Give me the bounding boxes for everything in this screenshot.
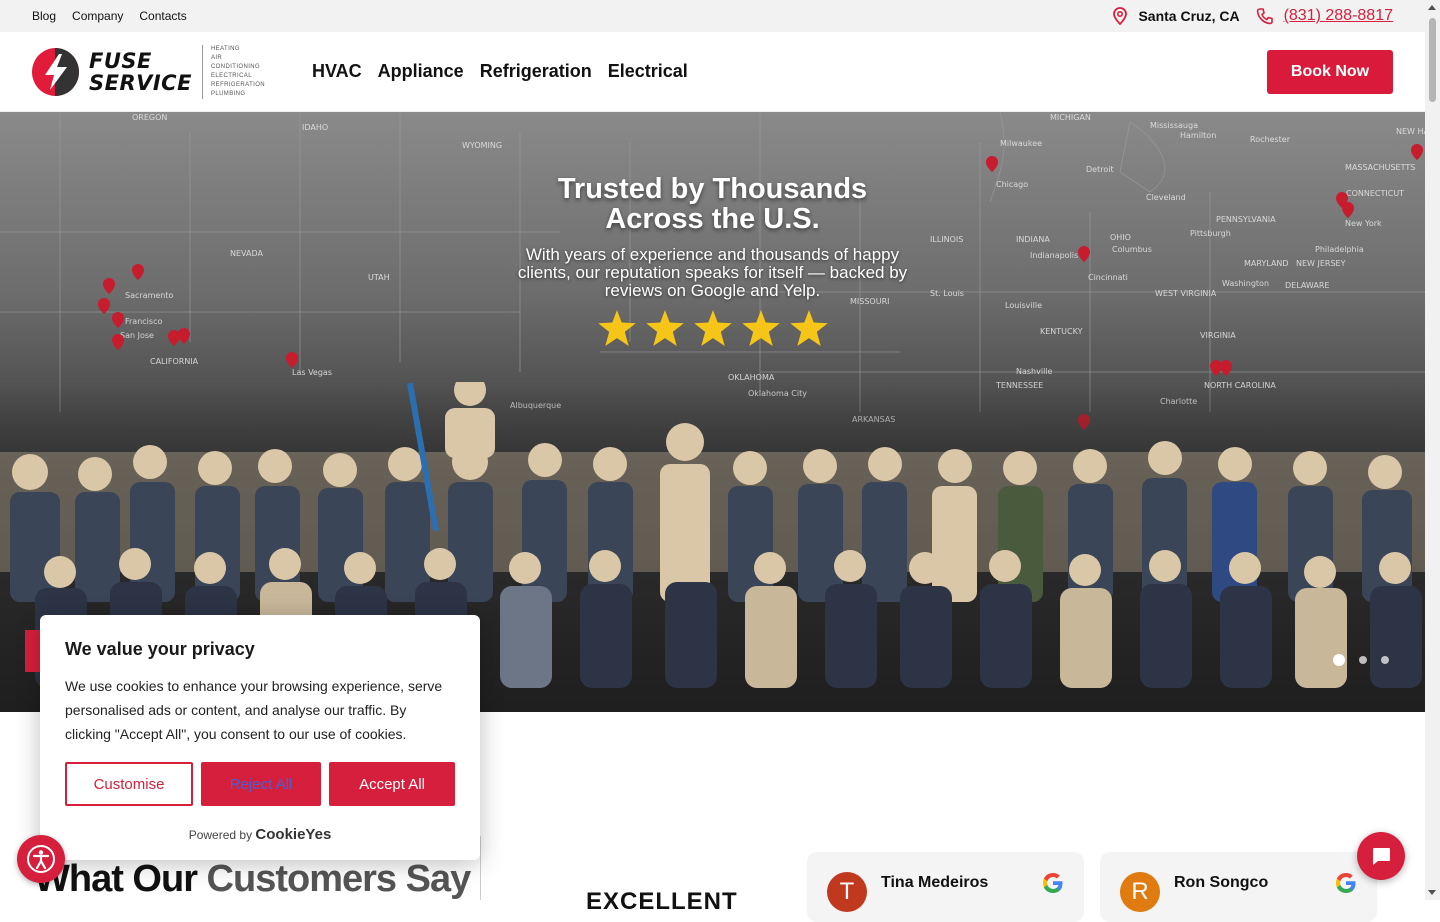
avatar: T	[827, 872, 867, 912]
cookie-actions: Customise Reject All Accept All	[65, 762, 455, 806]
phone[interactable]: (831) 288-8817	[1256, 7, 1393, 25]
google-icon	[1336, 873, 1356, 893]
cookie-consent-dialog: We value your privacy We use cookies to …	[40, 615, 480, 860]
hero-subtitle: With years of experience and thousands o…	[517, 245, 908, 300]
svg-text:UTAH: UTAH	[368, 273, 390, 282]
brand-logo[interactable]: FUSE SERVICE HEATING AIR CONDITIONING EL…	[32, 44, 272, 99]
svg-text:Indianapolis: Indianapolis	[1030, 251, 1078, 260]
star-icon	[693, 310, 732, 346]
svg-text:IDAHO: IDAHO	[302, 123, 328, 132]
svg-text:Philadelphia: Philadelphia	[1315, 245, 1364, 254]
svg-text:Cincinnati: Cincinnati	[1088, 273, 1128, 282]
avatar: R	[1120, 872, 1160, 912]
svg-text:NEW JERSEY: NEW JERSEY	[1296, 259, 1346, 268]
rating-summary-label: EXCELLENT	[586, 888, 738, 915]
svg-text:Hamilton: Hamilton	[1180, 131, 1216, 140]
logo-services: HEATING AIR CONDITIONING ELECTRICAL REFR…	[201, 44, 272, 99]
reviewer-name: Ron Songco	[1174, 874, 1269, 891]
svg-text:Nashville: Nashville	[1016, 367, 1053, 376]
svg-text:Milwaukee: Milwaukee	[1000, 139, 1042, 148]
svg-text:Washington: Washington	[1222, 279, 1269, 288]
slider-dot-2[interactable]	[1359, 656, 1367, 664]
svg-text:WYOMING: WYOMING	[462, 141, 502, 150]
svg-text:Louisville: Louisville	[1005, 301, 1042, 310]
reviewer-name: Tina Medeiros	[881, 874, 989, 891]
cookieyes-logo[interactable]: CookieYes	[255, 826, 331, 843]
nav-electrical[interactable]: Electrical	[608, 61, 688, 82]
svg-text:Las Vegas: Las Vegas	[292, 368, 332, 377]
slider-dot-1[interactable]	[1333, 654, 1345, 666]
chat-bubble-icon	[1373, 848, 1390, 865]
svg-text:MASSACHUSETTS: MASSACHUSETTS	[1345, 163, 1415, 172]
svg-text:Sacramento: Sacramento	[125, 291, 173, 300]
svg-text:OKLAHOMA: OKLAHOMA	[728, 373, 775, 382]
svg-text:NEVADA: NEVADA	[230, 249, 263, 258]
utility-links: Blog Company Contacts	[32, 9, 187, 23]
svg-text:DELAWARE: DELAWARE	[1285, 281, 1329, 290]
star-icon	[741, 310, 780, 346]
reject-all-button[interactable]: Reject All	[201, 762, 321, 806]
svg-text:WEST VIRGINIA: WEST VIRGINIA	[1155, 289, 1217, 298]
svg-text:OHIO: OHIO	[1110, 233, 1131, 242]
blog-link[interactable]: Blog	[32, 9, 56, 23]
map-pin-icon	[1113, 7, 1128, 25]
lightning-logo-icon	[32, 47, 79, 96]
scrollbar-thumb[interactable]	[1429, 18, 1436, 102]
svg-text:MARYLAND: MARYLAND	[1244, 259, 1289, 268]
cookie-description: We use cookies to enhance your browsing …	[65, 678, 443, 742]
cookie-title: We value your privacy	[65, 639, 255, 659]
svg-text:ILLINOIS: ILLINOIS	[930, 235, 963, 244]
phone-icon	[1256, 8, 1273, 25]
location[interactable]: Santa Cruz, CA	[1112, 7, 1240, 25]
book-now-button[interactable]: Book Now	[1267, 49, 1393, 94]
svg-text:Columbus: Columbus	[1112, 245, 1152, 254]
main-header: FUSE SERVICE HEATING AIR CONDITIONING EL…	[0, 32, 1425, 112]
svg-text:Rochester: Rochester	[1250, 135, 1291, 144]
hero-title: Trusted by Thousands Across the U.S.	[557, 173, 868, 235]
powered-by: Powered by CookieYes	[188, 826, 332, 843]
main-nav: HVAC Appliance Refrigeration Electrical	[312, 61, 688, 82]
phone-link[interactable]: (831) 288-8817	[1284, 7, 1393, 25]
nav-hvac[interactable]: HVAC	[312, 61, 362, 82]
slider-dot-3[interactable]	[1381, 656, 1389, 664]
star-icon	[645, 310, 684, 346]
accessibility-button[interactable]	[17, 835, 65, 883]
chat-button[interactable]	[1357, 832, 1405, 880]
rating-stars	[0, 310, 1425, 346]
logo-wordmark: FUSE SERVICE	[88, 48, 192, 95]
nav-appliance[interactable]: Appliance	[378, 61, 464, 82]
svg-text:Detroit: Detroit	[1086, 165, 1114, 174]
utility-bar: Blog Company Contacts Santa Cruz, CA (83…	[0, 0, 1425, 32]
section-title: What Our Customers Say	[34, 858, 471, 900]
scroll-down-arrow-icon[interactable]	[1428, 890, 1436, 895]
review-card[interactable]: R Ron Songco	[1100, 852, 1377, 922]
star-icon	[597, 310, 636, 346]
customise-button[interactable]: Customise	[65, 762, 193, 806]
page-scrollbar[interactable]	[1425, 0, 1440, 900]
svg-text:OREGON: OREGON	[132, 113, 167, 122]
location-label: Santa Cruz, CA	[1138, 8, 1240, 24]
svg-text:CALIFORNIA: CALIFORNIA	[150, 357, 199, 366]
contacts-link[interactable]: Contacts	[139, 9, 186, 23]
star-icon	[789, 310, 828, 346]
review-card[interactable]: T Tina Medeiros	[807, 852, 1084, 922]
google-icon	[1043, 873, 1063, 893]
slider-dots	[1333, 654, 1389, 666]
section-divider	[480, 836, 481, 900]
accessibility-icon	[27, 845, 55, 873]
svg-text:MICHIGAN: MICHIGAN	[1050, 113, 1091, 122]
svg-text:INDIANA: INDIANA	[1016, 235, 1050, 244]
svg-text:St. Louis: St. Louis	[930, 289, 964, 298]
svg-text:NEW HAMPSHIRE: NEW HAMPSHIRE	[1396, 127, 1425, 136]
scroll-up-arrow-icon[interactable]	[1428, 5, 1436, 10]
svg-text:Mississauga: Mississauga	[1150, 121, 1198, 130]
contact-info: Santa Cruz, CA (831) 288-8817	[1112, 7, 1393, 25]
company-link[interactable]: Company	[72, 9, 123, 23]
nav-refrigeration[interactable]: Refrigeration	[480, 61, 592, 82]
accept-all-button[interactable]: Accept All	[329, 762, 455, 806]
